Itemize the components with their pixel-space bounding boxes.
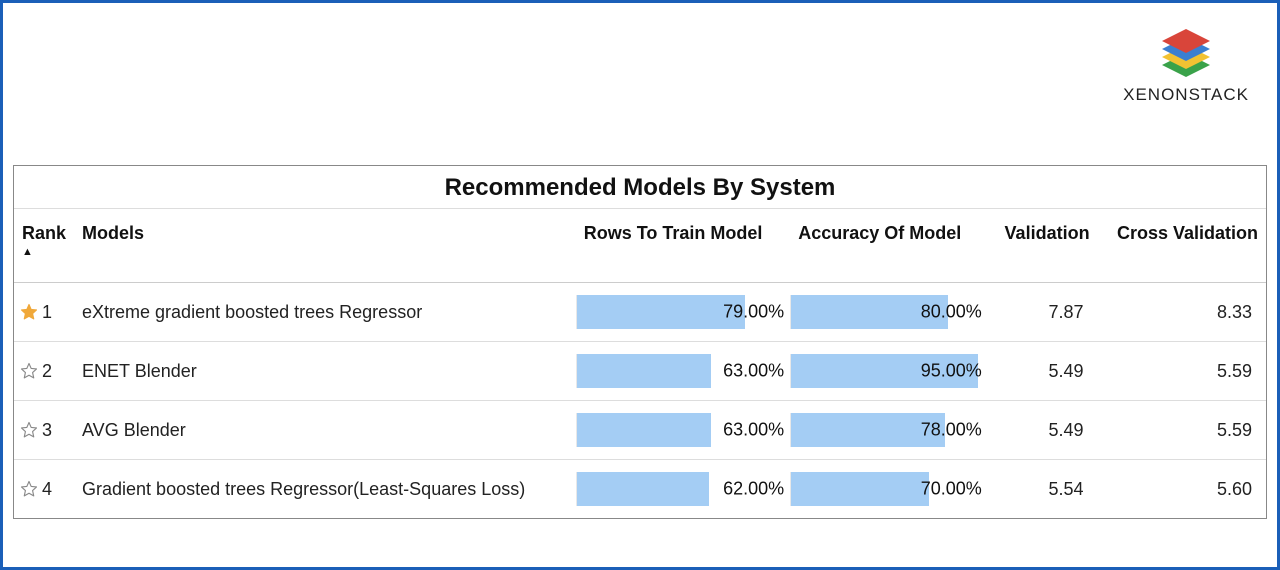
rank-cell: 3	[14, 401, 74, 460]
rows-to-train-cell: 79.00%	[576, 283, 790, 342]
accuracy-cell: 78.00%	[790, 401, 988, 460]
rows-to-train-cell: 63.00%	[576, 342, 790, 401]
rows-to-train-bar: 62.00%	[576, 472, 790, 506]
rows-to-train-bar: 79.00%	[576, 295, 790, 329]
accuracy-bar: 80.00%	[790, 295, 988, 329]
rows-to-train-label: 79.00%	[723, 302, 784, 323]
rows-to-train-bar: 63.00%	[576, 413, 790, 447]
rows-to-train-label: 62.00%	[723, 479, 784, 500]
cross-validation-cell: 5.59	[1098, 342, 1266, 401]
panel-title: Recommended Models By System	[14, 166, 1266, 209]
accuracy-cell: 95.00%	[790, 342, 988, 401]
rank-number: 1	[42, 302, 52, 322]
brand-logo: XENONSTACK	[1123, 17, 1249, 105]
table-row: 1 eXtreme gradient boosted trees Regresso…	[14, 283, 1266, 342]
accuracy-cell: 70.00%	[790, 460, 988, 519]
accuracy-label: 80.00%	[921, 302, 982, 323]
col-rank-label: Rank	[22, 223, 66, 243]
rank-cell: 2	[14, 342, 74, 401]
star-icon[interactable]	[20, 362, 38, 380]
cross-validation-cell: 5.60	[1098, 460, 1266, 519]
model-name: ENET Blender	[74, 342, 576, 401]
accuracy-label: 78.00%	[921, 420, 982, 441]
models-table: Rank ▲ Models Rows To Train Model Accura…	[14, 209, 1266, 518]
brand-name: XENONSTACK	[1123, 85, 1249, 105]
table-header-row: Rank ▲ Models Rows To Train Model Accura…	[14, 209, 1266, 283]
table-row: 4 Gradient boosted trees Regressor(Least-…	[14, 460, 1266, 519]
accuracy-bar: 70.00%	[790, 472, 988, 506]
col-rank[interactable]: Rank ▲	[14, 209, 74, 283]
col-accuracy[interactable]: Accuracy Of Model	[790, 209, 988, 283]
rank-number: 3	[42, 420, 52, 440]
rows-to-train-bar: 63.00%	[576, 354, 790, 388]
accuracy-label: 95.00%	[921, 361, 982, 382]
model-name: Gradient boosted trees Regressor(Least-S…	[74, 460, 576, 519]
col-rows-to-train[interactable]: Rows To Train Model	[576, 209, 790, 283]
rank-number: 2	[42, 361, 52, 381]
rank-cell: 1	[14, 283, 74, 342]
stack-icon	[1154, 17, 1218, 81]
col-validation[interactable]: Validation	[988, 209, 1098, 283]
model-name: eXtreme gradient boosted trees Regressor	[74, 283, 576, 342]
star-icon[interactable]	[20, 421, 38, 439]
accuracy-bar: 78.00%	[790, 413, 988, 447]
col-models[interactable]: Models	[74, 209, 576, 283]
validation-cell: 5.49	[988, 342, 1098, 401]
validation-cell: 5.49	[988, 401, 1098, 460]
star-icon[interactable]	[20, 480, 38, 498]
model-name: AVG Blender	[74, 401, 576, 460]
rank-number: 4	[42, 479, 52, 499]
sort-asc-icon: ▲	[22, 246, 66, 258]
rows-to-train-label: 63.00%	[723, 420, 784, 441]
table-row: 2 ENET Blender 63.00% 95.00% 5.495.59	[14, 342, 1266, 401]
validation-cell: 7.87	[988, 283, 1098, 342]
col-cross-validation[interactable]: Cross Validation	[1098, 209, 1266, 283]
validation-cell: 5.54	[988, 460, 1098, 519]
star-icon[interactable]	[20, 303, 38, 321]
accuracy-bar: 95.00%	[790, 354, 988, 388]
cross-validation-cell: 8.33	[1098, 283, 1266, 342]
rank-cell: 4	[14, 460, 74, 519]
accuracy-label: 70.00%	[921, 479, 982, 500]
table-row: 3 AVG Blender 63.00% 78.00% 5.495.59	[14, 401, 1266, 460]
cross-validation-cell: 5.59	[1098, 401, 1266, 460]
rows-to-train-cell: 62.00%	[576, 460, 790, 519]
accuracy-cell: 80.00%	[790, 283, 988, 342]
rows-to-train-cell: 63.00%	[576, 401, 790, 460]
models-panel: Recommended Models By System Rank ▲ Mode…	[13, 165, 1267, 519]
rows-to-train-label: 63.00%	[723, 361, 784, 382]
